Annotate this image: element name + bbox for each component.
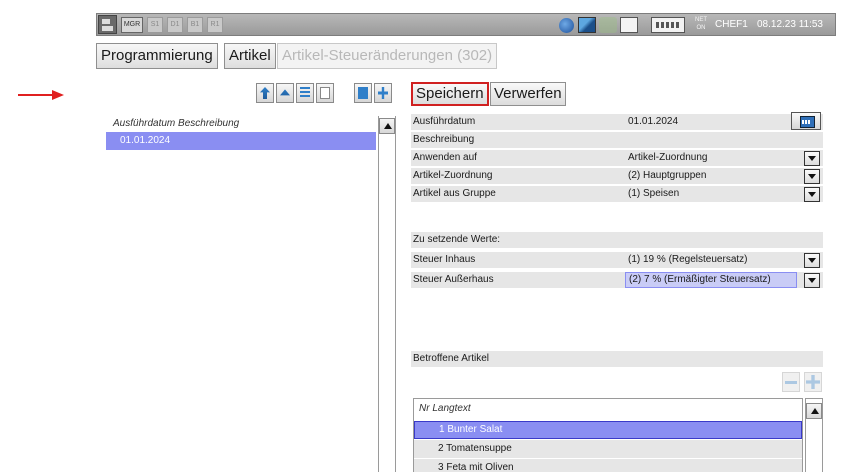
list-scrollbar[interactable] — [378, 116, 396, 472]
chevron-down-icon[interactable] — [804, 169, 820, 184]
chevron-down-icon[interactable] — [804, 187, 820, 202]
field-label: Artikel-Zuordnung — [413, 170, 493, 181]
net-status: NET ON — [691, 16, 711, 32]
system-bar: MGR S1 D1 B1 R1 NET ON CHEF1 08.12.23 11… — [96, 13, 836, 36]
row-beschreibung: Beschreibung — [411, 132, 823, 148]
scroll-up-button[interactable] — [806, 403, 822, 419]
items-scrollbar[interactable] — [805, 398, 823, 472]
row-anwenden-auf: Anwenden auf Artikel-Zuordnung — [411, 150, 823, 166]
save-button[interactable]: Speichern — [411, 82, 489, 106]
keyboard-icon[interactable] — [651, 17, 685, 33]
move-to-top-button[interactable] — [256, 83, 274, 103]
assignment-select[interactable]: (2) Hauptgruppen — [625, 168, 797, 184]
chevron-down-icon[interactable] — [804, 273, 820, 288]
calendar-icon[interactable] — [791, 112, 821, 130]
list-button[interactable] — [296, 83, 314, 103]
breadcrumb-current: Artikel-Steueränderungen (302) — [277, 43, 498, 69]
net-label: NET — [695, 17, 707, 23]
list-column-header: Ausführdatum Beschreibung — [113, 118, 240, 129]
field-label: Ausführdatum — [413, 116, 476, 127]
affected-items-title: Betroffene Artikel — [411, 351, 823, 367]
tax-inhouse-select[interactable]: (1) 19 % (Regelsteuersatz) — [625, 252, 797, 268]
description-field[interactable] — [625, 132, 797, 148]
add-button[interactable] — [374, 83, 392, 103]
window-icon[interactable] — [620, 17, 638, 33]
list-icon — [300, 87, 310, 99]
plugin-icon — [599, 17, 617, 33]
row-ausfuehrdatum: Ausführdatum 01.01.2024 — [411, 112, 823, 130]
minus-icon — [785, 381, 797, 384]
field-label: Steuer Inhaus — [413, 254, 476, 265]
row-steuer-inhaus: Steuer Inhaus (1) 19 % (Regelsteuersatz) — [411, 252, 823, 268]
app-menu-icon[interactable] — [98, 15, 117, 34]
mode-b1[interactable]: B1 — [187, 17, 203, 33]
field-label: Beschreibung — [413, 134, 475, 145]
plus-icon — [806, 375, 820, 389]
list-item[interactable]: 3 Feta mit Oliven — [414, 459, 802, 472]
mode-r1[interactable]: R1 — [207, 17, 223, 33]
breadcrumb-artikel[interactable]: Artikel — [224, 43, 276, 69]
remove-button[interactable] — [354, 83, 372, 103]
mode-mgr[interactable]: MGR — [121, 17, 143, 33]
remove-item-button[interactable] — [782, 372, 800, 392]
clock: 08.12.23 11:53 — [757, 19, 823, 30]
discard-button[interactable]: Verwerfen — [490, 82, 566, 106]
move-up-icon — [280, 89, 290, 96]
chevron-down-icon[interactable] — [804, 151, 820, 166]
annotation-arrow-icon — [18, 90, 64, 100]
apply-to-select[interactable]: Artikel-Zuordnung — [625, 150, 797, 166]
scroll-up-button[interactable] — [379, 118, 395, 134]
mode-s1[interactable]: S1 — [147, 17, 163, 33]
move-up-button[interactable] — [276, 83, 294, 103]
add-item-button[interactable] — [804, 372, 822, 392]
field-label: Anwenden auf — [413, 152, 477, 163]
field-label: Artikel aus Gruppe — [413, 188, 496, 199]
breadcrumb-programmierung[interactable]: Programmierung — [96, 43, 218, 69]
tax-takeaway-select[interactable]: (2) 7 % (Ermäßigter Steuersatz) — [625, 272, 797, 288]
document-icon — [320, 87, 330, 99]
date-field[interactable]: 01.01.2024 — [625, 114, 797, 130]
items-column-header: Nr Langtext — [419, 403, 471, 414]
row-artikel-aus-gruppe: Artikel aus Gruppe (1) Speisen — [411, 186, 823, 202]
globe-icon[interactable] — [559, 18, 574, 33]
arrow-up-icon — [811, 408, 819, 414]
arrow-up-icon — [384, 123, 392, 129]
chevron-down-icon[interactable] — [804, 253, 820, 268]
list-item[interactable]: 1 Bunter Salat — [414, 421, 802, 439]
plus-icon — [378, 87, 388, 99]
list-item[interactable]: 01.01.2024 — [106, 132, 376, 150]
minus-icon — [358, 87, 368, 99]
mode-d1[interactable]: D1 — [167, 17, 183, 33]
network-icon[interactable] — [578, 17, 596, 33]
new-document-button[interactable] — [316, 83, 334, 103]
values-section-title: Zu setzende Werte: — [411, 232, 823, 248]
row-steuer-ausserhaus: Steuer Außerhaus (2) 7 % (Ermäßigter Ste… — [411, 272, 823, 288]
net-state: ON — [696, 25, 706, 31]
user-name: CHEF1 — [715, 19, 748, 30]
group-select[interactable]: (1) Speisen — [625, 186, 797, 202]
list-item[interactable]: 2 Tomatensuppe — [414, 440, 802, 458]
field-label: Steuer Außerhaus — [413, 274, 494, 285]
row-artikel-zuordnung: Artikel-Zuordnung (2) Hauptgruppen — [411, 168, 823, 184]
move-top-icon — [260, 87, 270, 99]
